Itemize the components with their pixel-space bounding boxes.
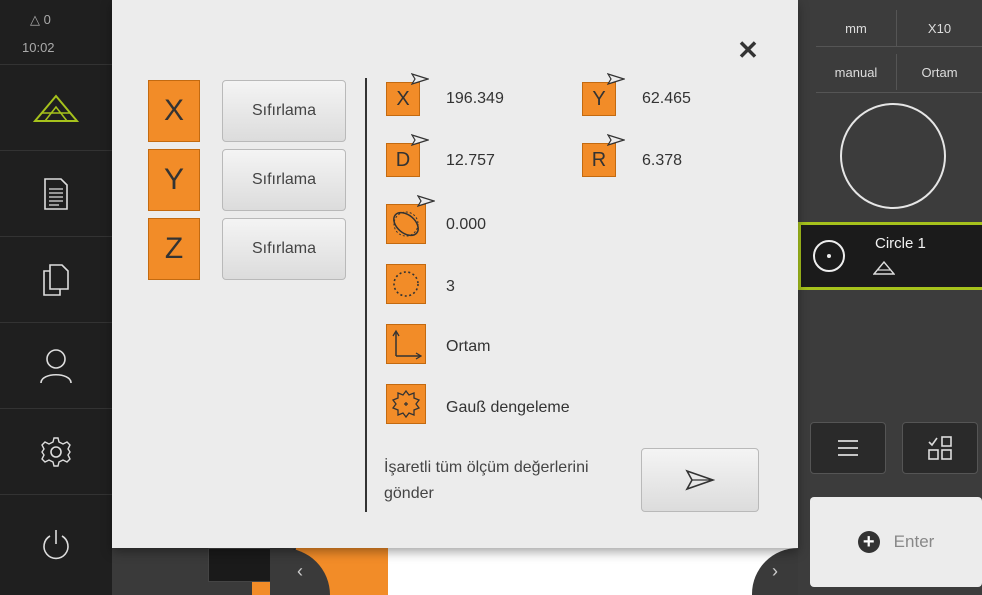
value-y-checkbox[interactable]: Y	[582, 73, 625, 116]
mode-selector[interactable]: manual	[816, 54, 896, 90]
status-area: △ 0 10:02	[0, 0, 112, 64]
send-flag-icon	[607, 73, 625, 85]
warning-triangle-icon: △	[30, 12, 40, 27]
zoom-selector[interactable]: X10	[896, 10, 982, 46]
divider	[365, 78, 367, 512]
reference-selector[interactable]: Ortam	[896, 54, 982, 90]
sidebar-item-measure[interactable]	[0, 64, 112, 150]
value-r: 6.378	[642, 152, 683, 169]
document-list-icon	[44, 177, 68, 210]
clock: 10:02	[22, 40, 55, 55]
unit-selector[interactable]: mm	[816, 10, 896, 46]
layout-button[interactable]	[902, 422, 978, 474]
enter-button[interactable]: + Enter	[810, 497, 982, 587]
measure-triangle-icon	[873, 261, 895, 275]
user-icon	[40, 348, 72, 383]
send-button[interactable]	[641, 448, 759, 512]
close-button[interactable]: ✕	[734, 36, 762, 64]
coord-system-box	[386, 324, 426, 364]
sidebar-item-user[interactable]	[0, 322, 112, 408]
measurement-dialog: ✕ X Sıfırlama Y Sıfırlama Z Sıfırlama X …	[112, 0, 798, 548]
sidebar-item-protocol[interactable]	[0, 150, 112, 236]
form-error-icon	[393, 211, 419, 237]
measure-triangle-icon	[33, 93, 79, 122]
value-form-error: 0.000	[446, 216, 487, 233]
sidebar-item-settings[interactable]	[0, 408, 112, 494]
enter-label: Enter	[893, 532, 935, 551]
feature-list-item[interactable]: Circle 1	[798, 222, 982, 290]
main-menu: △ 0 10:02	[0, 0, 112, 595]
reset-y-button[interactable]: Sıfırlama	[222, 149, 346, 211]
value-d-checkbox[interactable]: D	[386, 134, 429, 177]
value-coord-system: Ortam	[446, 338, 491, 355]
form-error-checkbox[interactable]	[386, 195, 435, 244]
value-x-checkbox[interactable]: X	[386, 73, 429, 116]
circle-icon	[813, 240, 845, 272]
reset-x-button[interactable]: Sıfırlama	[222, 80, 346, 142]
send-description: İşaretli tüm ölçüm değerlerini gönder	[384, 459, 589, 502]
axis-z-indicator: Z	[148, 218, 200, 280]
reset-z-button[interactable]: Sıfırlama	[222, 218, 346, 280]
layout-grid-icon	[928, 436, 952, 460]
axis-y-indicator: Y	[148, 149, 200, 211]
axis-x-indicator: X	[148, 80, 200, 142]
feature-preview	[840, 103, 946, 209]
send-flag-icon	[411, 134, 429, 146]
sidebar-item-power[interactable]	[0, 494, 112, 595]
chevron-left-icon: ‹	[297, 561, 303, 581]
files-icon	[43, 263, 69, 296]
value-x: 196.349	[446, 90, 504, 107]
gauss-fit-icon	[391, 389, 421, 419]
point-count-icon	[393, 271, 419, 297]
warning-indicator[interactable]: △ 0	[30, 12, 51, 28]
coordinate-system-icon	[392, 329, 422, 360]
send-flag-icon	[411, 73, 429, 85]
gear-icon	[41, 436, 71, 467]
value-d: 12.757	[446, 152, 495, 169]
inspector-panel: mm X10 manual Ortam Circle 1 + Enter	[798, 0, 982, 595]
send-flag-icon	[607, 134, 625, 146]
value-fit-method: Gauß dengeleme	[446, 399, 570, 416]
feature-name: Circle 1	[875, 235, 926, 252]
send-icon	[685, 469, 715, 491]
point-count-box	[386, 264, 426, 304]
chevron-right-icon: ›	[772, 561, 778, 581]
value-y: 62.465	[642, 90, 691, 107]
menu-button[interactable]	[810, 422, 886, 474]
power-icon	[43, 530, 69, 560]
close-icon: ✕	[737, 35, 759, 65]
fit-method-box	[386, 384, 426, 424]
value-point-count: 3	[446, 278, 455, 295]
plus-icon: +	[857, 531, 880, 553]
value-r-checkbox[interactable]: R	[582, 134, 625, 177]
sidebar-item-files[interactable]	[0, 236, 112, 322]
menu-icon	[838, 440, 858, 456]
warning-count: 0	[43, 12, 51, 27]
send-flag-icon	[417, 195, 435, 207]
